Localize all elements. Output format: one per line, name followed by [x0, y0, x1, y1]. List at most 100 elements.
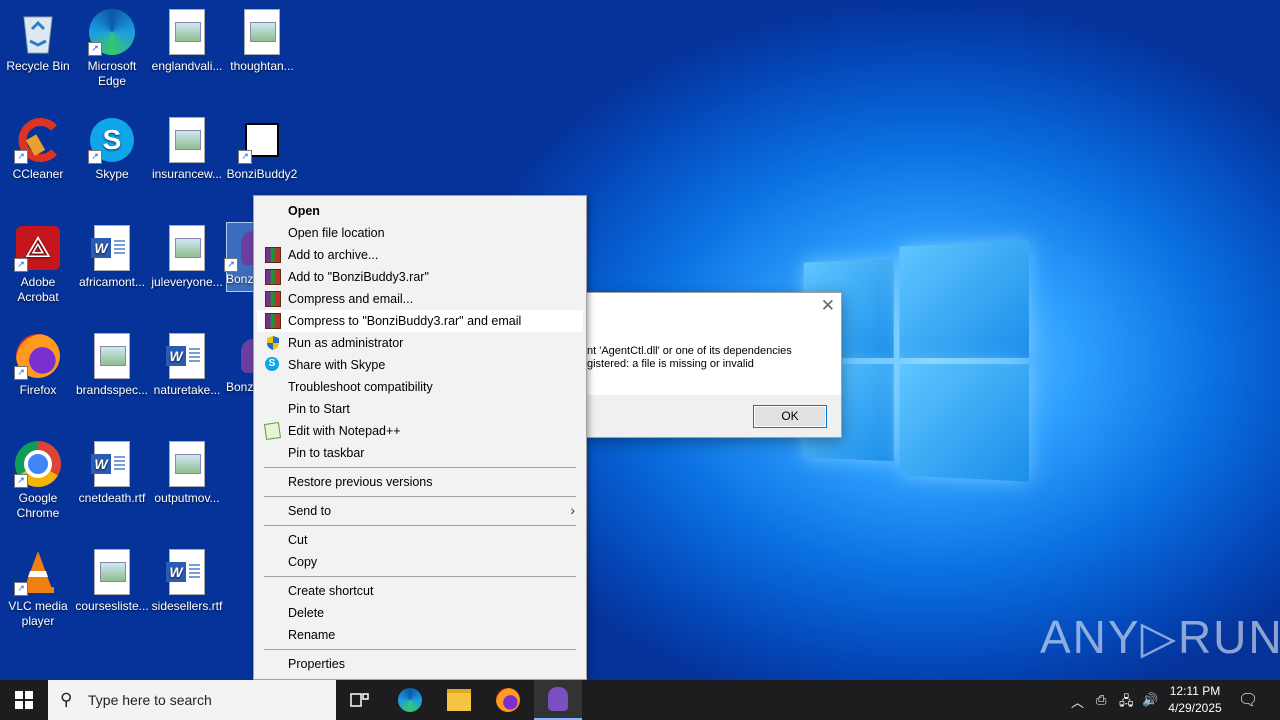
desktop-icon-ccleaner[interactable]: ↗ CCleaner	[0, 116, 76, 182]
image-file-icon	[163, 224, 211, 272]
word-document-icon: W	[88, 440, 136, 488]
desktop-icon-firefox[interactable]: ↗ Firefox	[0, 332, 76, 398]
windows-start-icon	[15, 691, 33, 709]
menu-item-pin-to-start[interactable]: Pin to Start	[257, 398, 583, 420]
menu-item-troubleshoot-compatibility[interactable]: Troubleshoot compatibility	[257, 376, 583, 398]
menu-item-cut[interactable]: Cut	[257, 529, 583, 551]
shortcut-arrow-icon: ↗	[14, 582, 28, 596]
menu-item-create-shortcut[interactable]: Create shortcut	[257, 580, 583, 602]
icon-label: Microsoft Edge	[87, 59, 137, 88]
network-icon[interactable]: 🖧	[1119, 692, 1134, 714]
desktop-icon-adobe-acrobat[interactable]: ⟁ ↗ Adobe Acrobat	[0, 224, 76, 305]
desktop-icon-recycle-bin[interactable]: Recycle Bin	[0, 8, 76, 74]
clock-time: 12:11 PM	[1169, 684, 1221, 698]
recycle-bin-icon	[14, 8, 62, 56]
folder-icon	[447, 689, 471, 711]
shortcut-arrow-icon: ↗	[14, 366, 28, 380]
desktop-icon-englandvali[interactable]: englandvali...	[149, 8, 225, 74]
menu-item-label: Add to archive...	[288, 248, 379, 262]
start-button[interactable]	[0, 680, 48, 720]
menu-item-label: Cut	[288, 533, 308, 547]
desktop-icon-juleveryone[interactable]: juleveryone...	[149, 224, 225, 290]
menu-item-label: Delete	[288, 606, 325, 620]
menu-item-label: Troubleshoot compatibility	[288, 380, 433, 394]
winrar-icon	[265, 313, 281, 329]
menu-item-pin-to-taskbar[interactable]: Pin to taskbar	[257, 442, 583, 464]
taskbar-edge-button[interactable]	[386, 680, 434, 720]
desktop-icon-skype[interactable]: S ↗ Skype	[74, 116, 150, 182]
menu-item-label: Compress and email...	[288, 292, 414, 306]
desktop-icon-insurancew[interactable]: insurancew...	[149, 116, 225, 182]
icon-label: outputmov...	[154, 491, 220, 505]
anyrun-watermark: ANY▷RUN	[1040, 611, 1280, 663]
desktop-icon-outputmov[interactable]: outputmov...	[149, 440, 225, 506]
shortcut-arrow-icon: ↗	[14, 150, 28, 164]
shortcut-arrow-icon: ↗	[88, 150, 102, 164]
desktop-icon-cnetdeath[interactable]: W cnetdeath.rtf	[74, 440, 150, 506]
desktop-icon-vlc[interactable]: ↗ VLC media player	[0, 548, 76, 629]
close-icon[interactable]: ✕	[821, 296, 835, 316]
notification-center-icon[interactable]: 🗨	[1238, 690, 1258, 710]
menu-item-restore-previous-versions[interactable]: Restore previous versions	[257, 471, 583, 493]
icon-label: coursesliste...	[75, 599, 149, 613]
volume-icon[interactable]: 🔊	[1142, 692, 1158, 708]
menu-item-label: Edit with Notepad++	[288, 424, 401, 438]
icon-label: CCleaner	[12, 167, 64, 181]
menu-item-label: Open	[288, 204, 320, 218]
menu-item-edit-with-notepad-plus-plus[interactable]: Edit with Notepad++	[257, 420, 583, 442]
notepad-plus-plus-icon	[263, 422, 282, 440]
menu-item-delete[interactable]: Delete	[257, 602, 583, 624]
icon-label: VLC media player	[8, 599, 68, 628]
desktop-icon-microsoft-edge[interactable]: ↗ Microsoft Edge	[74, 8, 150, 89]
menu-item-label: Pin to Start	[288, 402, 350, 416]
menu-item-open-file-location[interactable]: Open file location	[257, 222, 583, 244]
menu-separator	[264, 496, 576, 497]
menu-item-copy[interactable]: Copy	[257, 551, 583, 573]
desktop-icon-africamont[interactable]: W africamont...	[74, 224, 150, 290]
desktop-icon-brandsspec[interactable]: brandsspec...	[74, 332, 150, 398]
taskbar-bonzibuddy-button[interactable]	[534, 680, 582, 720]
icon-label: Recycle Bin	[6, 59, 70, 73]
menu-item-share-with-skype[interactable]: S Share with Skype	[257, 354, 583, 376]
edge-icon	[398, 688, 422, 712]
meet-now-icon[interactable]: ⎙	[1096, 692, 1106, 708]
menu-separator	[264, 576, 576, 577]
menu-item-send-to[interactable]: Send to ›	[257, 500, 583, 522]
menu-item-open[interactable]: Open	[257, 200, 583, 222]
menu-item-add-to-rar[interactable]: Add to "BonziBuddy3.rar"	[257, 266, 583, 288]
menu-item-run-as-administrator[interactable]: Run as administrator	[257, 332, 583, 354]
menu-item-label: Compress to "BonziBuddy3.rar" and email	[288, 314, 522, 328]
desktop-icon-thoughtan[interactable]: thoughtan...	[224, 8, 300, 74]
uac-shield-icon	[265, 335, 281, 351]
edge-icon: ↗	[88, 8, 136, 56]
desktop-icon-bonzibuddy2[interactable]: ↗ BonziBuddy2	[224, 116, 300, 182]
chevron-up-icon[interactable]: ︿	[1071, 692, 1084, 711]
vlc-cone-icon: ↗	[14, 548, 62, 596]
task-view-button[interactable]	[336, 680, 384, 720]
desktop-icon-naturetake[interactable]: W naturetake...	[149, 332, 225, 398]
icon-label: Skype	[95, 167, 129, 181]
icon-label: BonziBuddy2	[226, 167, 298, 181]
menu-item-label: Pin to taskbar	[288, 446, 365, 460]
menu-item-properties[interactable]: Properties	[257, 653, 583, 675]
desktop-icon-google-chrome[interactable]: ↗ Google Chrome	[0, 440, 76, 521]
adobe-acrobat-icon: ⟁ ↗	[14, 224, 62, 272]
desktop-icon-sidesellers[interactable]: W sidesellers.rtf	[149, 548, 225, 614]
menu-item-label: Create shortcut	[288, 584, 374, 598]
menu-item-label: Run as administrator	[288, 336, 404, 350]
menu-item-rename[interactable]: Rename	[257, 624, 583, 646]
taskbar-firefox-button[interactable]	[484, 680, 532, 720]
taskbar-search-box[interactable]: ⚲ Type here to search	[48, 680, 336, 720]
google-chrome-icon: ↗	[14, 440, 62, 488]
clock-date: 4/29/2025	[1168, 701, 1222, 715]
menu-item-add-to-archive[interactable]: Add to archive...	[257, 244, 583, 266]
menu-item-compress-to-rar-and-email[interactable]: Compress to "BonziBuddy3.rar" and email	[257, 310, 583, 332]
taskbar-file-explorer-button[interactable]	[435, 680, 483, 720]
menu-item-label: Copy	[288, 555, 318, 569]
desktop-icon-coursesliste[interactable]: coursesliste...	[74, 548, 150, 614]
menu-item-compress-and-email[interactable]: Compress and email...	[257, 288, 583, 310]
taskbar-clock[interactable]: 12:11 PM 4/29/2025	[1160, 683, 1230, 717]
menu-item-label: Properties	[288, 657, 345, 671]
ok-button[interactable]: OK	[753, 405, 827, 428]
image-file-icon	[163, 8, 211, 56]
